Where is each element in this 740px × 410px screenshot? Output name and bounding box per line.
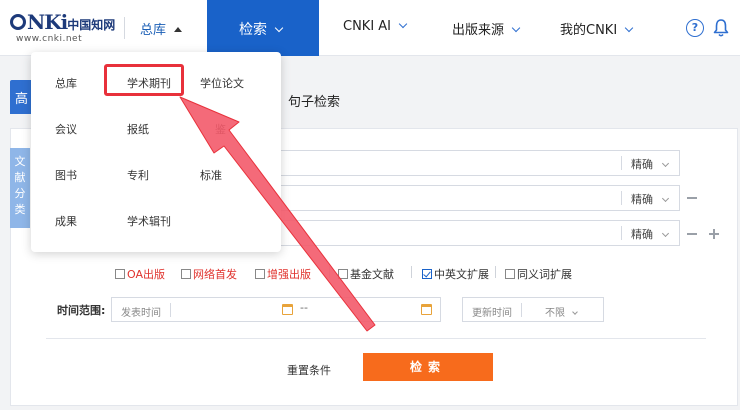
calendar-icon[interactable] — [282, 304, 293, 315]
menu-item-achievements[interactable]: 成果 — [55, 213, 77, 229]
menu-item-conferences[interactable]: 会议 — [55, 121, 77, 137]
checkbox-fund[interactable]: 基金文献 — [338, 266, 394, 282]
checkbox-divider — [329, 266, 330, 278]
logo-mark: NKi中国知网 — [10, 10, 115, 34]
form-divider — [46, 338, 706, 339]
calendar-icon[interactable] — [421, 304, 432, 315]
checkbox-label: 中英文扩展 — [434, 268, 489, 281]
match-mode-select[interactable]: 精确 — [631, 156, 670, 172]
menu-item-dissertations[interactable]: 学位论文 — [200, 75, 244, 91]
nav-divider — [124, 17, 125, 39]
chevron-down-icon — [274, 23, 284, 33]
row-divider — [621, 191, 622, 205]
tab-advanced-search[interactable]: 高 — [10, 80, 32, 114]
logo-url: www.cnki.net — [16, 34, 83, 44]
chevron-down-icon — [398, 19, 408, 29]
reset-button[interactable]: 重置条件 — [287, 362, 331, 378]
top-navigation-bar: NKi中国知网 www.cnki.net 总库 检索 CNKI AI 出版来源 … — [0, 0, 740, 56]
checkbox-box[interactable] — [338, 269, 348, 279]
publish-time-placeholder: 发表时间 — [121, 308, 161, 319]
match-mode-label: 精确 — [631, 228, 653, 241]
menu-item-zongku[interactable]: 总库 — [55, 75, 77, 91]
chevron-down-icon — [661, 229, 670, 238]
nav-publication-source[interactable]: 出版来源 — [452, 19, 521, 38]
update-time-value: 不限 — [545, 304, 578, 319]
remove-row-icon[interactable] — [687, 233, 697, 235]
checkbox-box-checked[interactable] — [422, 269, 432, 279]
nav-cnki-ai[interactable]: CNKI AI — [343, 19, 408, 34]
search-row-2[interactable]: 精确 — [280, 185, 680, 211]
caret-up-icon — [174, 27, 183, 32]
update-time-select[interactable]: 更新时间 不限 — [462, 297, 604, 322]
checkbox-cn-en[interactable]: 中英文扩展 — [422, 266, 489, 282]
checkbox-label: 同义词扩展 — [517, 268, 572, 281]
publish-time-range[interactable]: 发表时间 -- — [111, 297, 441, 322]
checkbox-enhanced[interactable]: 增强出版 — [255, 266, 311, 282]
checkbox-box[interactable] — [255, 269, 265, 279]
chevron-down-icon — [661, 194, 670, 203]
menu-item-newspapers[interactable]: 报纸 — [127, 121, 149, 137]
nav-zongku-dropdown[interactable]: 总库 — [140, 19, 183, 38]
match-mode-label: 精确 — [631, 158, 653, 171]
tab-sentence-search[interactable]: 句子检索 — [288, 91, 340, 110]
remove-row-icon[interactable] — [687, 197, 697, 199]
menu-item-patents[interactable]: 专利 — [127, 167, 149, 183]
nav-cnki-ai-label: CNKI AI — [343, 19, 392, 34]
nav-my-cnki[interactable]: 我的CNKI — [560, 19, 634, 38]
search-button[interactable]: 检索 — [363, 353, 493, 381]
checkbox-box[interactable] — [181, 269, 191, 279]
bell-icon[interactable] — [713, 18, 729, 38]
checkbox-synonym[interactable]: 同义词扩展 — [505, 266, 572, 282]
checkbox-label: OA出版 — [127, 268, 165, 281]
chevron-down-icon — [624, 23, 634, 33]
search-row-1[interactable]: 精确 — [280, 150, 680, 176]
cnki-logo[interactable]: NKi中国知网 www.cnki.net — [8, 10, 120, 46]
search-row-3[interactable]: 精确 — [280, 220, 680, 246]
literature-category-toggle[interactable]: 文献分类 — [10, 148, 30, 228]
checkbox-divider — [411, 266, 412, 278]
checkbox-label: 基金文献 — [350, 268, 394, 281]
side-tag-label: 文献分类 — [14, 155, 26, 216]
checkbox-divider — [495, 266, 496, 278]
update-time-placeholder: 更新时间 — [472, 308, 512, 319]
menu-item-yearbooks[interactable]: 鉴 — [215, 121, 226, 137]
row-divider — [621, 226, 622, 240]
menu-item-standards[interactable]: 标准 — [200, 167, 222, 183]
menu-item-academic-collections[interactable]: 学术辑刊 — [127, 213, 171, 229]
field-divider — [170, 303, 171, 317]
highlight-box — [104, 64, 184, 96]
range-separator: -- — [300, 301, 308, 314]
checkbox-label: 网络首发 — [193, 268, 237, 281]
nav-my-cnki-label: 我的CNKI — [560, 23, 618, 38]
chevron-down-icon — [572, 309, 578, 315]
chevron-down-icon — [661, 159, 670, 168]
nav-search-tab[interactable]: 检索 — [207, 0, 319, 56]
add-row-icon[interactable] — [709, 229, 719, 239]
checkbox-box[interactable] — [115, 269, 125, 279]
nav-search-label: 检索 — [239, 22, 267, 38]
chevron-down-icon — [511, 23, 521, 33]
checkbox-box[interactable] — [505, 269, 515, 279]
menu-item-books[interactable]: 图书 — [55, 167, 77, 183]
field-divider — [521, 303, 522, 317]
help-icon[interactable]: ? — [686, 19, 704, 37]
match-mode-select[interactable]: 精确 — [631, 226, 670, 242]
checkbox-label: 增强出版 — [267, 268, 311, 281]
row-divider — [621, 156, 622, 170]
match-mode-select[interactable]: 精确 — [631, 191, 670, 207]
checkbox-oa[interactable]: OA出版 — [115, 266, 165, 282]
checkbox-online-first[interactable]: 网络首发 — [181, 266, 237, 282]
nav-source-label: 出版来源 — [452, 23, 505, 38]
nav-zongku-label: 总库 — [140, 23, 167, 38]
match-mode-label: 精确 — [631, 193, 653, 206]
update-time-value-text: 不限 — [545, 308, 565, 319]
time-range-label: 时间范围: — [57, 304, 106, 317]
